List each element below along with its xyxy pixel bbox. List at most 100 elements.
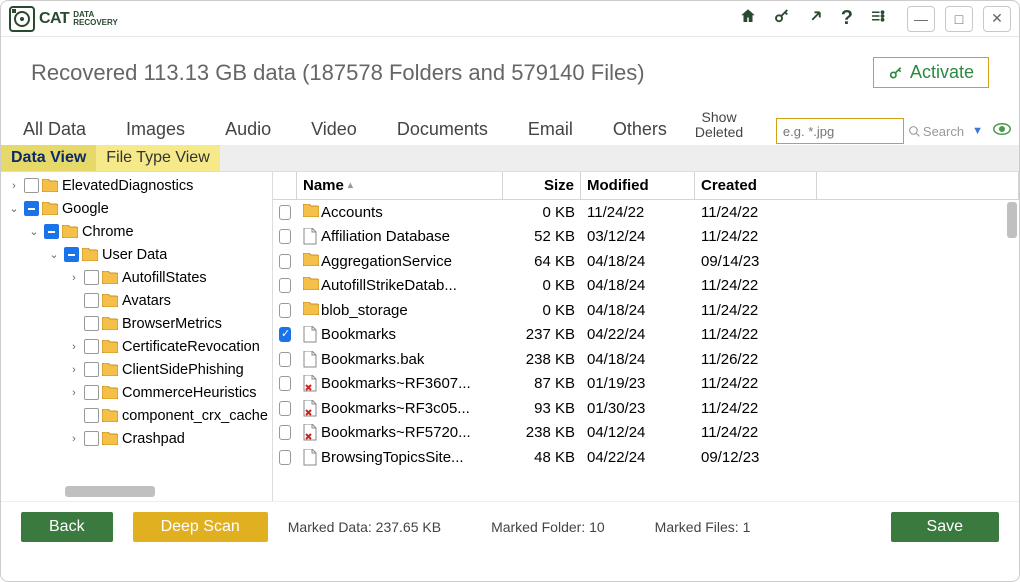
tree-h-scrollbar[interactable] [65,486,155,497]
help-icon[interactable]: ? [841,7,853,30]
tree-item[interactable]: ›ClientSidePhishing [1,358,272,381]
key-icon[interactable] [773,7,791,30]
checkbox[interactable] [84,362,99,377]
checkbox[interactable] [84,316,99,331]
file-name: Accounts [321,204,383,221]
file-modified: 01/19/23 [581,375,695,392]
tab-email[interactable]: Email [514,115,587,144]
tab-documents[interactable]: Documents [383,115,502,144]
table-row[interactable]: Bookmarks~RF5720...238 KB04/12/2411/24/2… [273,421,1019,446]
file-size: 238 KB [503,424,581,441]
chevron-right-icon[interactable]: › [67,364,81,376]
deleted-file-icon [303,400,317,417]
checkbox[interactable] [64,247,79,262]
checkbox[interactable] [279,327,291,342]
checkbox[interactable] [84,270,99,285]
checkbox[interactable] [24,201,39,216]
checkbox[interactable] [24,178,39,193]
folder-icon [102,409,118,422]
titlebar: CAT DATA RECOVERY ? ― □ ✕ [1,1,1019,37]
checkbox[interactable] [44,224,59,239]
file-modified: 04/22/24 [581,449,695,466]
chevron-down-icon[interactable]: ⌄ [47,248,61,261]
tab-images[interactable]: Images [112,115,199,144]
checkbox[interactable] [279,352,291,367]
table-row[interactable]: Bookmarks.bak238 KB04/18/2411/26/22 [273,347,1019,372]
chevron-down-icon[interactable]: ⌄ [7,202,21,215]
checkbox[interactable] [84,385,99,400]
back-button[interactable]: Back [21,512,113,542]
table-row[interactable]: AutofillStrikeDatab...0 KB04/18/2411/24/… [273,274,1019,299]
chevron-down-icon[interactable]: ⌄ [27,225,41,238]
deep-scan-button[interactable]: Deep Scan [133,512,268,542]
chevron-right-icon[interactable]: › [67,387,81,399]
save-button[interactable]: Save [891,512,999,542]
dropdown-icon[interactable]: ▼ [972,125,983,137]
tree-item[interactable]: ›CommerceHeuristics [1,381,272,404]
preview-icon[interactable] [993,122,1011,141]
table-v-scrollbar[interactable] [1007,202,1017,238]
tab-video[interactable]: Video [297,115,371,144]
checkbox[interactable] [84,431,99,446]
checkbox[interactable] [279,303,291,318]
file-size: 237 KB [503,326,581,343]
tab-data-view[interactable]: Data View [1,145,96,171]
col-modified[interactable]: Modified [581,172,695,199]
share-icon[interactable] [807,7,825,30]
settings-icon[interactable] [869,7,887,30]
checkbox[interactable] [279,425,291,440]
tree-item[interactable]: ⌄User Data [1,243,272,266]
table-row[interactable]: Bookmarks~RF3607...87 KB01/19/2311/24/22 [273,372,1019,397]
close-button[interactable]: ✕ [983,6,1011,32]
col-created[interactable]: Created [695,172,817,199]
maximize-button[interactable]: □ [945,6,973,32]
activate-button[interactable]: Activate [873,57,989,88]
chevron-right-icon[interactable]: › [67,272,81,284]
tree-item[interactable]: ⌄Google [1,197,272,220]
tree-item[interactable]: BrowserMetrics [1,312,272,335]
tab-others[interactable]: Others [599,115,681,144]
tab-all-data[interactable]: All Data [9,115,100,144]
tab-show-deleted[interactable]: Show Deleted [681,106,757,144]
col-size[interactable]: Size [503,172,581,199]
file-icon [303,351,317,368]
minimize-button[interactable]: ― [907,6,935,32]
table-row[interactable]: Affiliation Database52 KB03/12/2411/24/2… [273,225,1019,250]
file-name: Affiliation Database [321,228,450,245]
checkbox[interactable] [279,205,291,220]
checkbox[interactable] [279,254,291,269]
chevron-right-icon[interactable]: › [7,180,21,192]
tab-file-type-view[interactable]: File Type View [96,145,219,171]
checkbox[interactable] [279,278,291,293]
table-row[interactable]: AggregationService64 KB04/18/2409/14/23 [273,249,1019,274]
checkbox[interactable] [279,450,291,465]
tree-item[interactable]: component_crx_cache [1,404,272,427]
tree-item[interactable]: ›AutofillStates [1,266,272,289]
file-created: 11/24/22 [695,277,817,294]
tree-item[interactable]: ›CertificateRevocation [1,335,272,358]
col-name[interactable]: Name▴ [297,172,503,199]
table-row[interactable]: Bookmarks237 KB04/22/2411/24/22 [273,323,1019,348]
checkbox[interactable] [84,408,99,423]
table-row[interactable]: Bookmarks~RF3c05...93 KB01/30/2311/24/22 [273,396,1019,421]
chevron-right-icon[interactable]: › [67,433,81,445]
tree-item[interactable]: ›ElevatedDiagnostics [1,174,272,197]
table-row[interactable]: BrowsingTopicsSite...48 KB04/22/2409/12/… [273,445,1019,470]
tree-item[interactable]: ⌄Chrome [1,220,272,243]
checkbox[interactable] [279,229,291,244]
home-icon[interactable] [739,7,757,30]
tree-item[interactable]: Avatars [1,289,272,312]
search-button[interactable]: Search [908,124,964,139]
table-row[interactable]: Accounts0 KB11/24/2211/24/22 [273,200,1019,225]
tree-item[interactable]: ›Crashpad [1,427,272,450]
search-input[interactable] [776,118,904,144]
chevron-right-icon[interactable]: › [67,341,81,353]
tab-audio[interactable]: Audio [211,115,285,144]
table-row[interactable]: blob_storage0 KB04/18/2411/24/22 [273,298,1019,323]
window-controls: ― □ ✕ [907,6,1011,32]
checkbox[interactable] [279,401,291,416]
checkbox[interactable] [279,376,291,391]
checkbox[interactable] [84,339,99,354]
file-icon [303,228,317,245]
checkbox[interactable] [84,293,99,308]
